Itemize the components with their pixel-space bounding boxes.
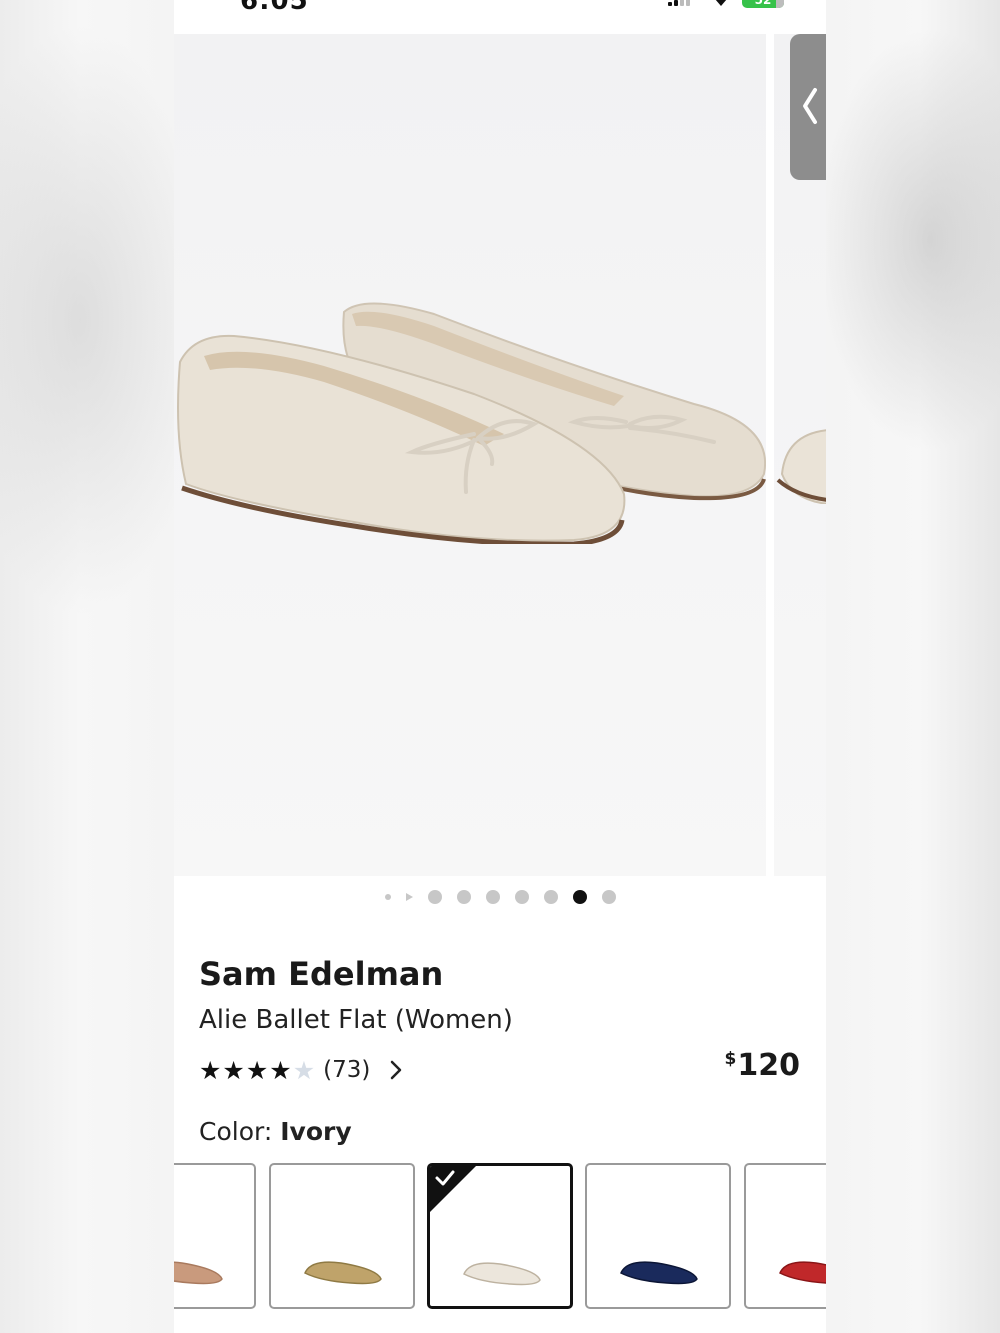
swatch-shoe-image bbox=[620, 1261, 698, 1285]
color-label: Color: Ivory bbox=[199, 1117, 352, 1146]
color-swatch-tan[interactable] bbox=[174, 1163, 256, 1309]
color-swatch-carousel[interactable] bbox=[174, 1163, 826, 1309]
selected-color-name: Ivory bbox=[280, 1117, 352, 1146]
price-amount: 120 bbox=[737, 1048, 800, 1083]
star-icon: ★ bbox=[269, 1055, 292, 1085]
signal-icon bbox=[668, 0, 694, 6]
price-currency: $ bbox=[724, 1049, 737, 1069]
swatch-shoe-image bbox=[304, 1261, 382, 1285]
pagination-dot[interactable] bbox=[427, 890, 442, 904]
chevron-left-icon bbox=[803, 88, 817, 124]
pagination-dot[interactable] bbox=[485, 890, 500, 904]
star-icon: ★ bbox=[222, 1055, 245, 1085]
swatch-shoe-image bbox=[463, 1262, 541, 1286]
check-icon bbox=[435, 1170, 455, 1186]
color-label-prefix: Color: bbox=[199, 1117, 273, 1146]
battery-level: 52 bbox=[754, 0, 772, 7]
pagination-dot[interactable] bbox=[514, 890, 529, 904]
product-image-gallery[interactable] bbox=[174, 34, 826, 876]
product-image-ivory-flats bbox=[177, 302, 767, 544]
swatch-shoe-image bbox=[779, 1261, 826, 1284]
product-price: $120 bbox=[725, 1048, 800, 1083]
rating-row[interactable]: ★ ★ ★ ★ ★ (73) bbox=[199, 1053, 402, 1087]
star-icon: ★ bbox=[245, 1055, 269, 1085]
phone-screen: 6:05 52 Sam Edelman Alie Ballet Flat (Wo… bbox=[174, 0, 826, 1333]
pagination-dot[interactable] bbox=[384, 894, 391, 900]
pagination-dot-active[interactable] bbox=[572, 890, 587, 904]
star-icon: ★ bbox=[199, 1055, 222, 1085]
side-panel-handle[interactable] bbox=[790, 34, 826, 180]
review-count[interactable]: (73) bbox=[323, 1057, 370, 1083]
color-swatch-gold[interactable] bbox=[269, 1163, 415, 1309]
pagination-dot[interactable] bbox=[405, 893, 413, 901]
next-product-image-peek bbox=[776, 429, 826, 504]
pagination-dot[interactable] bbox=[543, 890, 558, 904]
gallery-pagination[interactable] bbox=[174, 886, 826, 908]
color-swatch-navy[interactable] bbox=[585, 1163, 731, 1309]
star-rating: ★ ★ ★ ★ ★ bbox=[199, 1058, 315, 1083]
color-swatch-red[interactable] bbox=[744, 1163, 826, 1309]
status-bar: 6:05 52 bbox=[174, 0, 826, 34]
status-time: 6:05 bbox=[240, 0, 309, 16]
star-empty-icon: ★ bbox=[292, 1055, 316, 1085]
battery-icon: 52 bbox=[742, 0, 784, 8]
swatch-shoe-image bbox=[174, 1261, 223, 1285]
brand-name[interactable]: Sam Edelman bbox=[199, 955, 443, 993]
wifi-icon bbox=[715, 0, 727, 6]
product-name: Alie Ballet Flat (Women) bbox=[199, 1005, 513, 1035]
chevron-right-icon[interactable] bbox=[390, 1060, 402, 1080]
color-swatch-ivory-selected[interactable] bbox=[427, 1163, 573, 1309]
pagination-dot[interactable] bbox=[601, 890, 616, 904]
pagination-dot[interactable] bbox=[456, 890, 471, 904]
